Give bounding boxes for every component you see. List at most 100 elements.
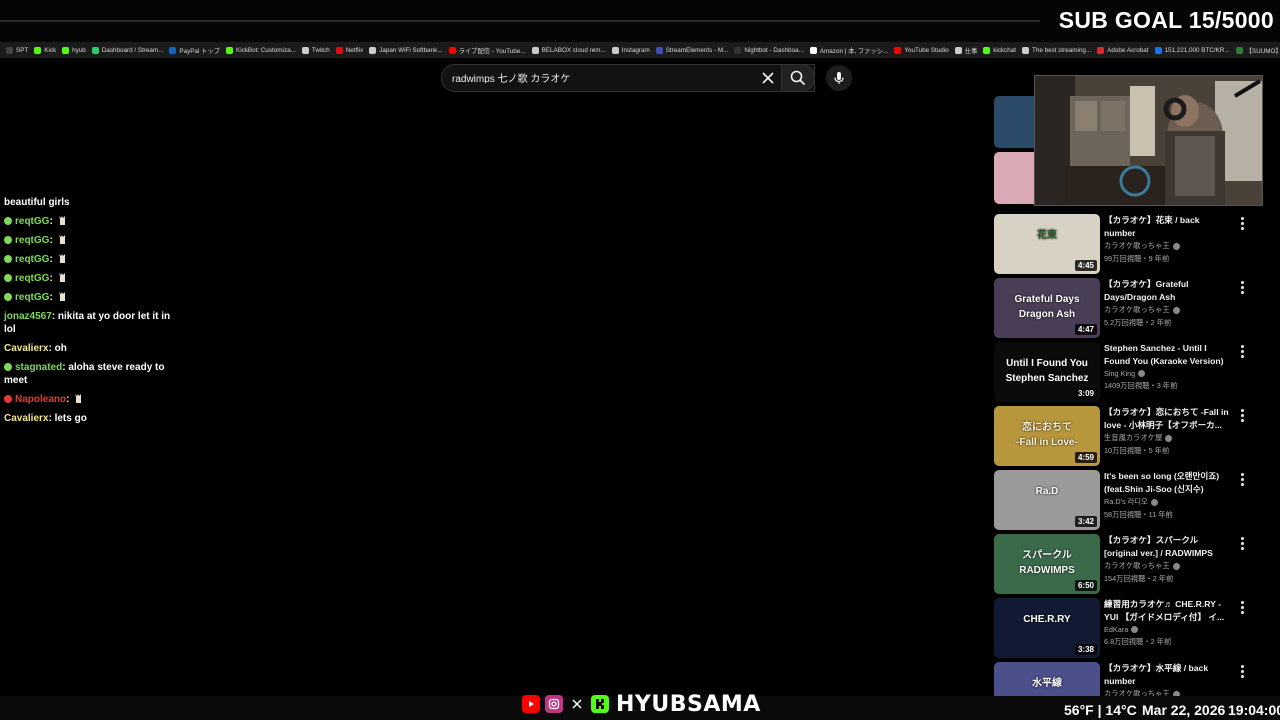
video-thumbnail[interactable]: 恋におちて -Fall in Love- 4:59	[994, 406, 1100, 466]
bookmark-label: YouTube Studio	[904, 46, 949, 54]
video-title[interactable]: 練習用カラオケ♬ CHE.R.RY - YUI 【ガイドメロディ付】 イ...	[1104, 598, 1230, 623]
recommendation-item[interactable]: 花束 4:45 【カラオケ】花束 / back number カラオケ歌っちゃ王 99万…	[994, 214, 1280, 274]
more-options-icon[interactable]	[1238, 408, 1246, 422]
menu-dot	[1241, 473, 1244, 476]
bookmark-item[interactable]: 【SUUMO】U R B I ...	[1235, 46, 1280, 55]
more-options-icon[interactable]	[1238, 344, 1246, 358]
chat-username[interactable]: reqtGG	[15, 292, 49, 303]
recommendation-item[interactable]: 恋におちて -Fall in Love- 4:59 【カラオケ】恋におちて -Fal…	[994, 406, 1280, 466]
chat-username[interactable]: Napoleano	[15, 394, 66, 405]
bookmark-favicon-icon	[894, 46, 902, 54]
more-options-icon[interactable]	[1238, 536, 1246, 550]
channel-name[interactable]: EdKara	[1104, 625, 1128, 634]
bookmark-item[interactable]: BELABOX cloud rem...	[531, 46, 606, 54]
thumbnail-text: Grateful Days Dragon Ash	[1014, 294, 1080, 320]
chat-username[interactable]: reqtGG	[15, 235, 49, 246]
chat-text: beautiful girls	[4, 197, 70, 208]
video-title[interactable]: 【カラオケ】水平線 / back number	[1104, 662, 1230, 687]
more-options-icon[interactable]	[1238, 216, 1246, 230]
close-icon[interactable]	[760, 70, 776, 86]
bookmark-favicon-icon	[1022, 46, 1030, 54]
recommendation-item[interactable]: CHE.R.RY 3:38 練習用カラオケ♬ CHE.R.RY - YUI 【ガイド…	[994, 598, 1280, 658]
bookmark-item[interactable]: YouTube Studio	[894, 46, 949, 54]
video-info: Stephen Sanchez - Until I Found You (Kar…	[1104, 342, 1230, 391]
bookmark-item[interactable]: Amazon | 本, ファッシ...	[809, 46, 888, 55]
chat-username[interactable]: stagnated	[15, 362, 62, 373]
bookmark-item[interactable]: KickBot: Customiza...	[226, 46, 296, 54]
recommendation-item[interactable]: Ra.D 3:42 It's been so long (오랜만이죠) (feat.…	[994, 470, 1280, 530]
more-options-icon[interactable]	[1238, 280, 1246, 294]
bookmark-item[interactable]: Adobe Acrobat	[1097, 46, 1149, 54]
bookmark-item[interactable]: hyub	[62, 46, 86, 54]
video-thumbnail[interactable]: Ra.D 3:42	[994, 470, 1100, 530]
channel-name[interactable]: Sing King	[1104, 369, 1135, 378]
bookmark-item[interactable]: Nightbot - Dashboa...	[734, 46, 804, 54]
recommendation-item[interactable]: Grateful Days Dragon Ash 4:47 【カラオケ】Gratef…	[994, 278, 1280, 338]
chat-username[interactable]: jonaz4567	[4, 311, 52, 322]
video-title[interactable]: 【カラオケ】Grateful Days/Dragon Ash	[1104, 278, 1230, 303]
bookmark-favicon-icon	[734, 46, 742, 54]
search-box[interactable]	[441, 64, 815, 92]
video-info: It's been so long (오랜만이죠) (feat.Shin Ji-…	[1104, 470, 1230, 520]
video-thumbnail[interactable]: スパークル RADWIMPS 6:50	[994, 534, 1100, 594]
chat-username[interactable]: reqtGG	[15, 273, 49, 284]
channel-name[interactable]: Ra.D's 라디오	[1104, 497, 1148, 507]
video-title[interactable]: It's been so long (오랜만이죠) (feat.Shin Ji-…	[1104, 470, 1230, 495]
chat-username[interactable]: Cavalierx	[4, 413, 48, 424]
video-thumbnail[interactable]: 花束 4:45	[994, 214, 1100, 274]
recommendation-item[interactable]: Until I Found You Stephen Sanchez 3:09 Ste…	[994, 342, 1280, 402]
chat-username[interactable]: Cavalierx	[4, 343, 48, 354]
instagram-icon	[545, 695, 563, 713]
bookmark-item[interactable]: 151,221,000 BTC/KR...	[1154, 46, 1230, 54]
bookmark-label: BELABOX cloud rem...	[541, 46, 606, 54]
bookmark-item[interactable]: PayPal トップ	[169, 46, 220, 55]
bookmark-item[interactable]: 仕事	[954, 46, 977, 55]
chat-username[interactable]: reqtGG	[15, 216, 49, 227]
more-options-icon[interactable]	[1238, 664, 1246, 678]
video-thumbnail[interactable]: CHE.R.RY 3:38	[994, 598, 1100, 658]
channel-name[interactable]: カラオケ歌っちゃ王	[1104, 561, 1170, 571]
bookmark-item[interactable]: Kick	[34, 46, 57, 54]
bookmark-favicon-icon	[809, 46, 817, 54]
video-thumbnail[interactable]: Until I Found You Stephen Sanchez 3:09	[994, 342, 1100, 402]
bookmark-favicon-icon	[91, 46, 99, 54]
voice-search-button[interactable]	[826, 65, 852, 91]
chat-message: beautiful girls	[4, 196, 174, 209]
channel-name[interactable]: カラオケ歌っちゃ王	[1104, 305, 1170, 315]
search-button[interactable]	[781, 64, 815, 92]
mic-icon	[834, 72, 844, 84]
menu-dot	[1241, 478, 1244, 481]
more-options-icon[interactable]	[1238, 600, 1246, 614]
thumbnail-text: Until I Found You Stephen Sanchez	[1005, 358, 1089, 384]
bookmark-item[interactable]: The best streaming...	[1022, 46, 1092, 54]
menu-dot	[1241, 483, 1244, 486]
bookmark-item[interactable]: StreamElements - M...	[655, 46, 728, 54]
video-title[interactable]: 【カラオケ】恋におちて -Fall in love - 小林明子【オフボーカ..…	[1104, 406, 1230, 431]
bookmark-item[interactable]: Instagram	[611, 46, 650, 54]
channel-name[interactable]: 生音風カラオケ屋	[1104, 433, 1162, 443]
video-title[interactable]: Stephen Sanchez - Until I Found You (Kar…	[1104, 342, 1230, 367]
video-info: 【カラオケ】スパークル [original ver.] / RADWIMPS カラ…	[1104, 534, 1230, 584]
bookmark-label: Kick	[44, 46, 57, 54]
video-title[interactable]: 【カラオケ】花束 / back number	[1104, 214, 1230, 239]
recommendation-item[interactable]: スパークル RADWIMPS 6:50 【カラオケ】スパークル [original …	[994, 534, 1280, 594]
date-readout: Mar 22, 2026	[1142, 702, 1226, 718]
bookmark-item[interactable]: kickchat	[983, 46, 1016, 54]
bookmark-item[interactable]: Netflix	[335, 46, 363, 54]
bookmark-item[interactable]: Dashboard / Stream...	[91, 46, 163, 54]
bookmark-item[interactable]: Twitch	[301, 46, 330, 54]
video-title[interactable]: 【カラオケ】スパークル [original ver.] / RADWIMPS	[1104, 534, 1230, 559]
bookmark-item[interactable]: SPT	[6, 46, 28, 54]
more-options-icon[interactable]	[1238, 472, 1246, 486]
bookmark-item[interactable]: ライブ配信 - YouTube...	[448, 46, 526, 55]
bookmark-favicon-icon	[1097, 46, 1105, 54]
video-thumbnail[interactable]: Grateful Days Dragon Ash 4:47	[994, 278, 1100, 338]
bookmark-label: The best streaming...	[1032, 46, 1092, 54]
channel-row: Sing King	[1104, 369, 1230, 378]
channel-name[interactable]: カラオケ歌っちゃ王	[1104, 241, 1170, 251]
video-meta: 99万回視聴・9 年前	[1104, 254, 1170, 263]
search-input[interactable]	[452, 72, 742, 83]
bookmark-item[interactable]: Japan WiFi Softbank...	[369, 46, 443, 54]
chat-username[interactable]: reqtGG	[15, 254, 49, 265]
chat-emote-icon	[58, 215, 67, 226]
